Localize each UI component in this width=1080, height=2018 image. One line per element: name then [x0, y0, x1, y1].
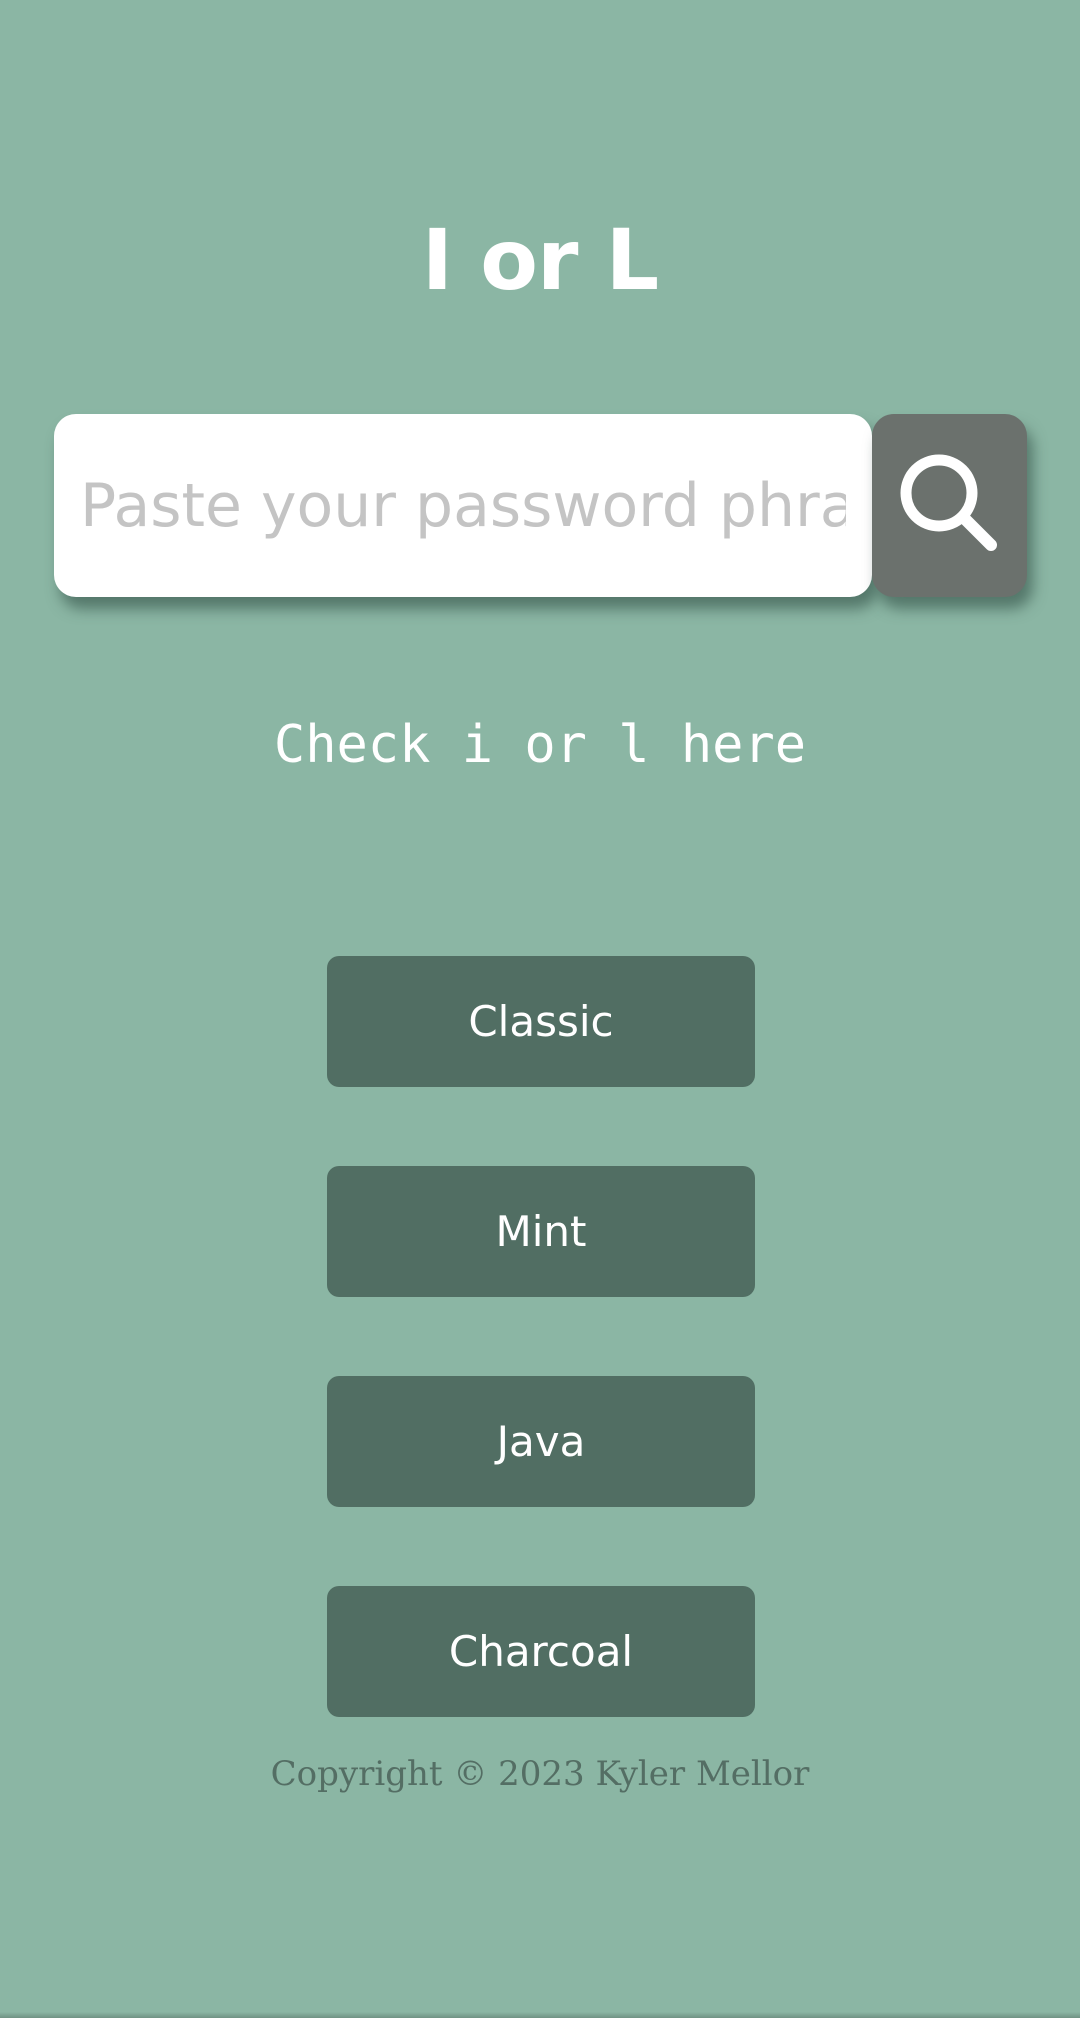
page-title: I or L — [421, 211, 659, 309]
search-button[interactable] — [872, 414, 1027, 597]
theme-button-mint[interactable]: Mint — [327, 1166, 755, 1297]
theme-button-java[interactable]: Java — [327, 1376, 755, 1507]
search-icon — [900, 454, 997, 551]
bottom-divider — [0, 2012, 1080, 2018]
result-text: Check i or l here — [273, 715, 807, 775]
search-bar — [54, 414, 1027, 597]
password-input[interactable] — [54, 414, 872, 597]
theme-button-classic[interactable]: Classic — [327, 956, 755, 1087]
copyright-text: Copyright © 2023 Kyler Mellor — [270, 1754, 810, 1794]
theme-button-charcoal[interactable]: Charcoal — [327, 1586, 755, 1717]
